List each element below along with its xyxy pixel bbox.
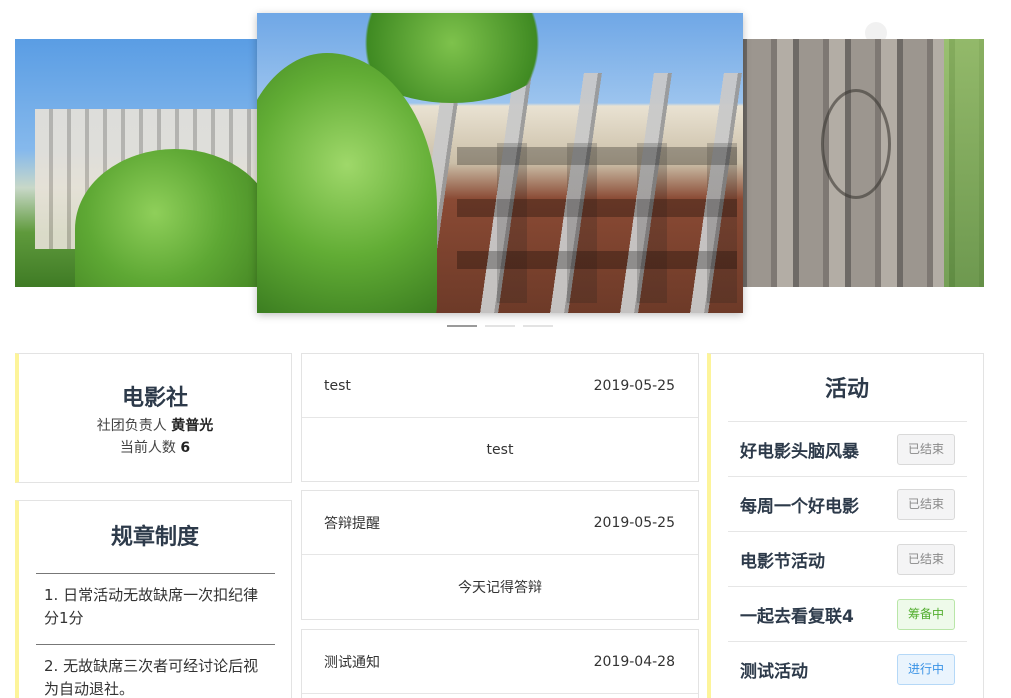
status-badge: 已结束 <box>897 543 955 575</box>
notice-title: 答辩提醒 <box>324 515 380 532</box>
activity-name[interactable]: 好电影头脑风暴 <box>740 437 859 462</box>
status-badge: 进行中 <box>897 653 955 685</box>
activities-list: 好电影头脑风暴 已结束 每周一个好电影 已结束 电影节活动 已结束 一起去看复联… <box>728 421 967 696</box>
notice-date: 2019-05-25 <box>593 377 675 394</box>
carousel-indicator-2[interactable] <box>485 325 515 327</box>
rules-title: 规章制度 <box>110 525 199 550</box>
club-members-label: 当前人数 <box>119 440 176 456</box>
activity-item[interactable]: 好电影头脑风暴 已结束 <box>728 421 967 476</box>
rule-item: 1. 日常活动无故缺席一次扣纪律分1分 <box>36 573 275 644</box>
rule-item: 2. 无故缺席三次者可经讨论后视为自动退社。 <box>36 644 275 698</box>
club-members-count: 6 <box>180 440 191 456</box>
activity-item[interactable]: 每周一个好电影 已结束 <box>728 476 967 531</box>
status-badge: 筹备中 <box>897 598 955 630</box>
notice-content: test <box>486 441 514 458</box>
club-members-line: 当前人数 6 <box>19 440 291 456</box>
activity-item[interactable]: 电影节活动 已结束 <box>728 531 967 586</box>
emblem-image <box>821 89 891 199</box>
notice-card[interactable]: test 2019-05-25 test <box>301 353 699 482</box>
status-badge: 已结束 <box>897 433 955 465</box>
club-leader-label: 社团负责人 <box>96 418 167 434</box>
carousel-slide-right[interactable] <box>741 39 984 287</box>
activity-item[interactable]: 一起去看复联4 筹备中 <box>728 586 967 641</box>
status-badge: 已结束 <box>897 488 955 520</box>
notice-title: test <box>324 377 351 394</box>
windows-image <box>457 143 737 303</box>
notice-card[interactable]: 答辩提醒 2019-05-25 今天记得答辩 <box>301 490 699 620</box>
notice-header: test 2019-05-25 <box>302 354 698 418</box>
club-name: 电影社 <box>121 386 188 411</box>
club-leader-line: 社团负责人 黄普光 <box>19 418 291 434</box>
foliage-image <box>944 39 984 287</box>
image-carousel[interactable] <box>0 0 1011 340</box>
carousel-slide-center[interactable] <box>257 13 743 313</box>
activity-name[interactable]: 每周一个好电影 <box>740 492 859 517</box>
carousel-indicator-1[interactable] <box>447 325 477 327</box>
activity-name[interactable]: 测试活动 <box>740 657 808 682</box>
notice-date: 2019-04-28 <box>593 653 675 670</box>
carousel-indicator-3[interactable] <box>523 325 553 327</box>
notice-date: 2019-05-25 <box>593 514 675 531</box>
rules-card: 规章制度 1. 日常活动无故缺席一次扣纪律分1分 2. 无故缺席三次者可经讨论后… <box>15 500 292 698</box>
activity-name[interactable]: 一起去看复联4 <box>740 602 854 627</box>
notice-content: 今天记得答辩 <box>458 579 542 596</box>
notice-header: 测试通知 2019-04-28 <box>302 630 698 694</box>
activities-card: 活动 好电影头脑风暴 已结束 每周一个好电影 已结束 电影节活动 已结束 一起去… <box>707 353 984 698</box>
activities-title: 活动 <box>824 377 869 402</box>
club-leader-name: 黄普光 <box>171 418 214 434</box>
notice-title: 测试通知 <box>324 654 380 671</box>
notice-card[interactable]: 测试通知 2019-04-28 <box>301 629 699 698</box>
carousel-slide-left[interactable] <box>15 39 265 287</box>
activity-item[interactable]: 测试活动 进行中 <box>728 641 967 696</box>
club-info-card: 电影社 社团负责人 黄普光 当前人数 6 <box>15 353 292 483</box>
activity-name[interactable]: 电影节活动 <box>740 547 825 572</box>
carousel-indicators <box>447 325 553 327</box>
notice-header: 答辩提醒 2019-05-25 <box>302 491 698 555</box>
